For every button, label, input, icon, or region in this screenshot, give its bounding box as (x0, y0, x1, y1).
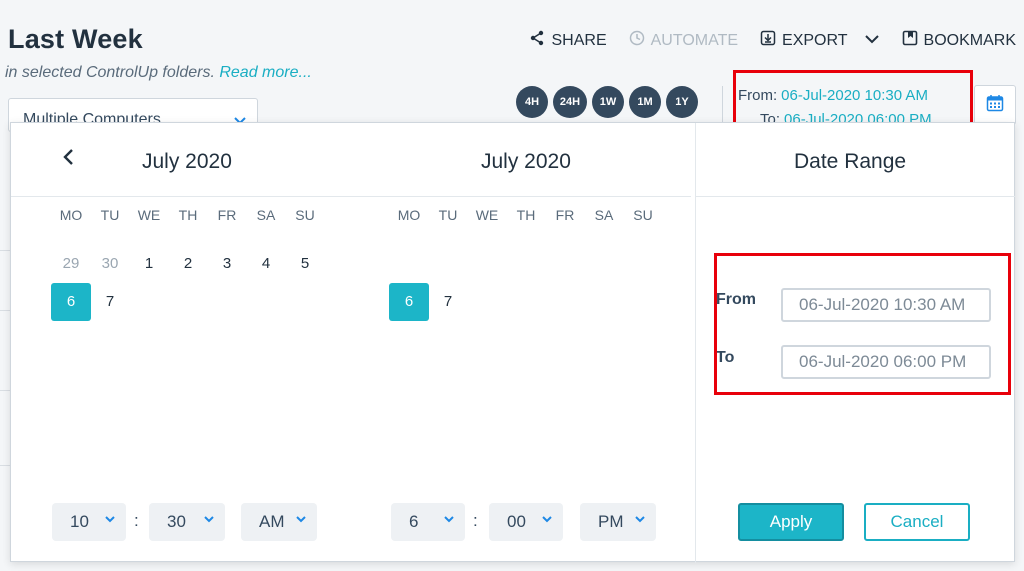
weekday-label: TH (178, 207, 198, 223)
calendar-left: July 2020 MO TU WE TH FR SA SU 29 30 1 2… (11, 123, 351, 563)
weekday-label: SA (256, 207, 276, 223)
calendar-right: July 2020 MO TU WE TH FR SA SU 6 7 6 : 0… (351, 123, 691, 563)
download-icon (760, 30, 776, 51)
share-icon (529, 30, 545, 51)
weekday-label: MO (59, 207, 83, 223)
export-label: EXPORT (782, 31, 848, 49)
weekday-label: SU (295, 207, 315, 223)
calendar-day[interactable]: 29 (51, 245, 91, 283)
calendar-month-title: July 2020 (142, 150, 232, 173)
bookmark-label: BOOKMARK (923, 31, 1016, 49)
weekday-label: FR (555, 207, 575, 223)
calendar-month-title: July 2020 (481, 150, 571, 173)
range-pills: 4H 24H 1W 1M 1Y (516, 86, 703, 118)
calendar-header: July 2020 (351, 123, 691, 197)
share-button[interactable]: SHARE (529, 30, 607, 51)
ampm-select[interactable]: AM (241, 503, 317, 541)
weekday-label: WE (137, 207, 161, 223)
export-button[interactable]: EXPORT (760, 30, 880, 51)
automate-label: AUTOMATE (650, 31, 739, 49)
calendar-icon (986, 94, 1004, 117)
time-colon: : (473, 511, 478, 530)
calendar-day[interactable]: 1 (129, 245, 169, 283)
hour-value: 6 (409, 512, 419, 531)
header: Last Week in selected ControlUp folders.… (0, 0, 1024, 144)
date-range-title: Date Range (794, 150, 907, 173)
calendar-day[interactable]: 4 (246, 245, 286, 283)
range-pill-1m[interactable]: 1M (629, 86, 661, 118)
range-pill-1y[interactable]: 1Y (666, 86, 698, 118)
hour-value: 10 (70, 512, 89, 531)
calendar-day-selected[interactable]: 6 (389, 283, 429, 321)
calendar-toggle-button[interactable] (974, 85, 1016, 125)
chevron-down-icon (541, 512, 553, 527)
ampm-select[interactable]: PM (580, 503, 656, 541)
calendar-header: July 2020 (11, 123, 351, 197)
subtitle-text: in selected ControlUp folders. (5, 64, 215, 81)
highlight-box-range (714, 253, 1011, 395)
chevron-down-icon (443, 512, 455, 527)
calendar-day[interactable]: 2 (168, 245, 208, 283)
chevron-down-icon (295, 512, 307, 527)
minute-select[interactable]: 00 (489, 503, 563, 541)
date-range-panel: Date Range From To Apply Cancel (695, 123, 1015, 563)
clock-icon (629, 30, 645, 51)
weekday-label: MO (397, 207, 421, 223)
page: Last Week in selected ControlUp folders.… (0, 0, 1024, 571)
chevron-down-icon (104, 512, 116, 527)
range-pill-24h[interactable]: 24H (553, 86, 587, 118)
ampm-value: AM (259, 512, 285, 531)
chevron-down-icon (634, 512, 646, 527)
toolbar: SHARE AUTOMATE EXPORT BOOKMARK (507, 30, 1016, 51)
apply-button[interactable]: Apply (738, 503, 844, 541)
range-pill-4h[interactable]: 4H (516, 86, 548, 118)
ampm-value: PM (598, 512, 624, 531)
weekday-label: SU (633, 207, 653, 223)
calendar-day[interactable]: 5 (285, 245, 325, 283)
automate-button[interactable]: AUTOMATE (629, 30, 738, 51)
chevron-down-icon (203, 512, 215, 527)
minute-select[interactable]: 30 (149, 503, 225, 541)
bookmark-button[interactable]: BOOKMARK (902, 30, 1016, 51)
weekday-label: TH (516, 207, 536, 223)
weekday-label: TU (438, 207, 458, 223)
weekday-label: SA (594, 207, 614, 223)
divider (722, 86, 723, 122)
calendar-day-selected[interactable]: 6 (51, 283, 91, 321)
minute-value: 00 (507, 512, 526, 531)
weekday-label: WE (475, 207, 499, 223)
time-colon: : (134, 511, 139, 530)
bookmark-icon (902, 30, 918, 51)
minute-value: 30 (167, 512, 186, 531)
calendar-day[interactable]: 30 (90, 245, 130, 283)
date-picker-popup: July 2020 MO TU WE TH FR SA SU 29 30 1 2… (10, 122, 1015, 563)
cancel-button[interactable]: Cancel (864, 503, 970, 541)
page-subtitle: in selected ControlUp folders. Read more… (5, 64, 312, 82)
range-pill-1w[interactable]: 1W (592, 86, 624, 118)
page-title: Last Week (8, 24, 143, 54)
chevron-down-icon[interactable] (864, 32, 880, 50)
calendar-day[interactable]: 7 (90, 283, 130, 321)
hour-select[interactable]: 6 (391, 503, 465, 541)
date-range-header: Date Range (696, 123, 1015, 197)
calendar-day[interactable]: 3 (207, 245, 247, 283)
hour-select[interactable]: 10 (52, 503, 126, 541)
weekday-label: TU (100, 207, 120, 223)
calendar-day[interactable]: 7 (428, 283, 468, 321)
share-label: SHARE (551, 31, 607, 49)
chevron-left-icon[interactable] (61, 147, 75, 173)
weekday-label: FR (217, 207, 237, 223)
read-more-link[interactable]: Read more... (219, 64, 311, 81)
